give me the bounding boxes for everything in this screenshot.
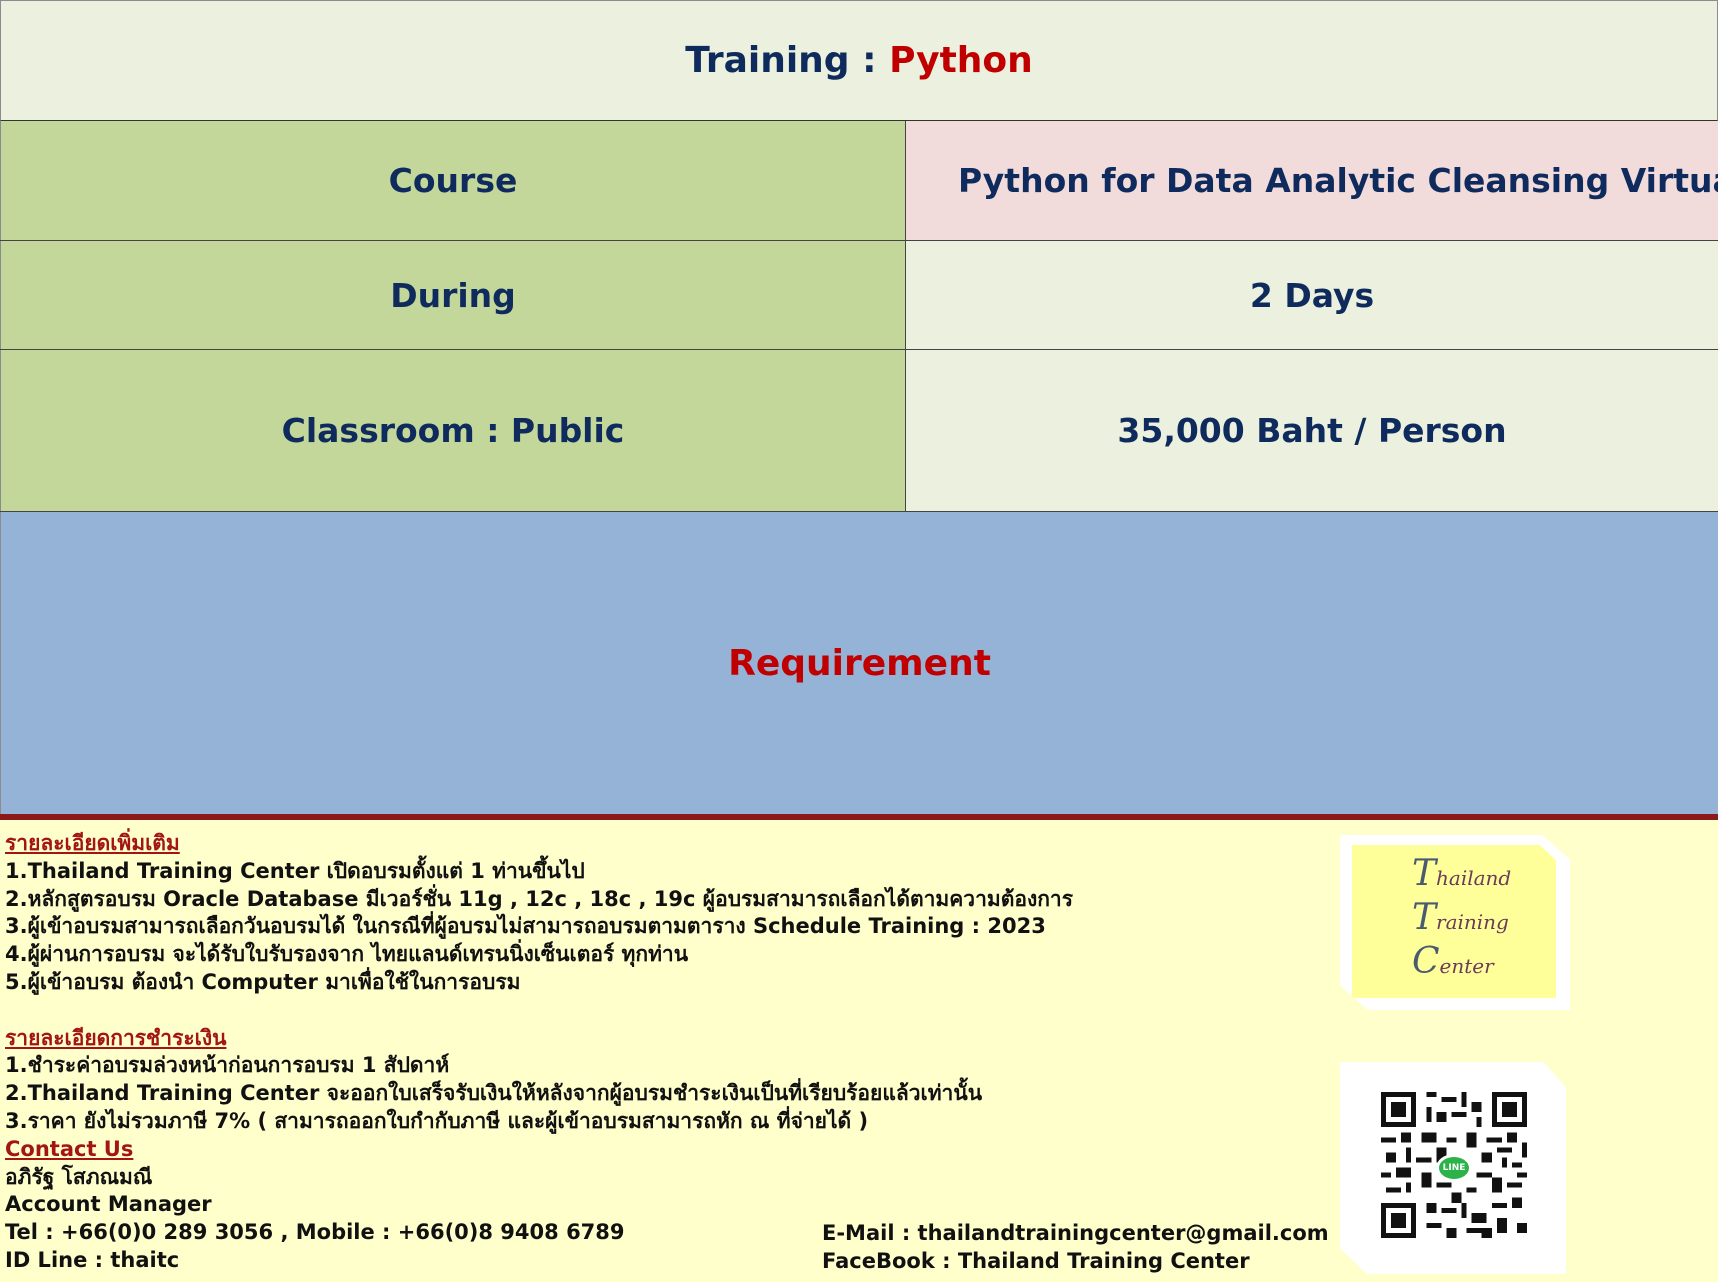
details-item: 3.ผู้เข้าอบรมสามารถเลือกวันอบรมได้ ในกรณ… <box>5 914 1046 939</box>
logo-word-thailand: Thailand <box>1412 853 1512 894</box>
details-text: รายละเอียดเพิ่มเติม 1.Thailand Training … <box>5 830 1325 1275</box>
requirement-section: Requirement <box>0 512 1718 814</box>
payment-item: 2.Thailand Training Center จะออกใบเสร็จร… <box>5 1081 983 1106</box>
title-prefix: Training : <box>685 40 877 81</box>
contact-online: E-Mail : thailandtrainingcenter@gmail.co… <box>822 1220 1329 1276</box>
contact-name: อภิรัฐ โสภณมณี <box>5 1164 153 1189</box>
payment-heading: รายละเอียดการชำระเงิน <box>5 1025 227 1050</box>
contact-role: Account Manager <box>5 1192 212 1217</box>
payment-item: 3.ราคา ยังไม่รวมภาษี 7% ( สามารถออกใบกำก… <box>5 1108 869 1133</box>
duration-value: 2 Days <box>906 241 1718 349</box>
contact-email[interactable]: E-Mail : thailandtrainingcenter@gmail.co… <box>822 1220 1329 1248</box>
details-item: 2.หลักสูตรอบรม Oracle Database มีเวอร์ชั… <box>5 886 1073 911</box>
price-value: 35,000 Baht / Person <box>906 350 1718 511</box>
course-label: Course <box>0 121 906 240</box>
payment-item: 1.ชำระค่าอบรมล่วงหน้าก่อนการอบรม 1 สัปดา… <box>5 1053 450 1078</box>
info-panel: รายละเอียดเพิ่มเติม 1.Thailand Training … <box>0 820 1718 1282</box>
company-logo: Thailand Training Center <box>1340 835 1570 1010</box>
details-item: 4.ผู้ผ่านการอบรม จะได้รับใบรับรองจาก ไทย… <box>5 942 689 967</box>
course-value: Python for Data Analytic Cleansing Virtu… <box>906 121 1718 240</box>
logo-background: Thailand Training Center <box>1352 845 1556 998</box>
details-item: 5.ผู้เข้าอบรม ต้องนำ Computer มาเพื่อใช้… <box>5 969 521 994</box>
classroom-label: Classroom : Public <box>0 350 906 511</box>
details-item: 1.Thailand Training Center เปิดอบรมตั้งแ… <box>5 858 585 883</box>
logo-word-training: Training <box>1412 897 1509 938</box>
course-info-table: Course Python for Data Analytic Cleansin… <box>0 121 1718 512</box>
price-row: Classroom : Public 35,000 Baht / Person <box>0 350 1718 512</box>
contact-facebook[interactable]: FaceBook : Thailand Training Center <box>822 1248 1329 1276</box>
title-subject: Python <box>889 40 1033 81</box>
duration-label: During <box>0 241 906 349</box>
line-qr-card: LINE <box>1340 1062 1566 1274</box>
details-heading: รายละเอียดเพิ่มเติม <box>5 831 180 855</box>
course-row: Course Python for Data Analytic Cleansin… <box>0 121 1718 241</box>
line-logo-icon: LINE <box>1436 1154 1472 1182</box>
contact-heading[interactable]: Contact Us <box>5 1136 1325 1164</box>
duration-row: During 2 Days <box>0 241 1718 350</box>
requirement-label: Requirement <box>728 642 991 684</box>
page-title: Training : Python <box>0 0 1718 121</box>
logo-word-center: Center <box>1412 941 1494 982</box>
